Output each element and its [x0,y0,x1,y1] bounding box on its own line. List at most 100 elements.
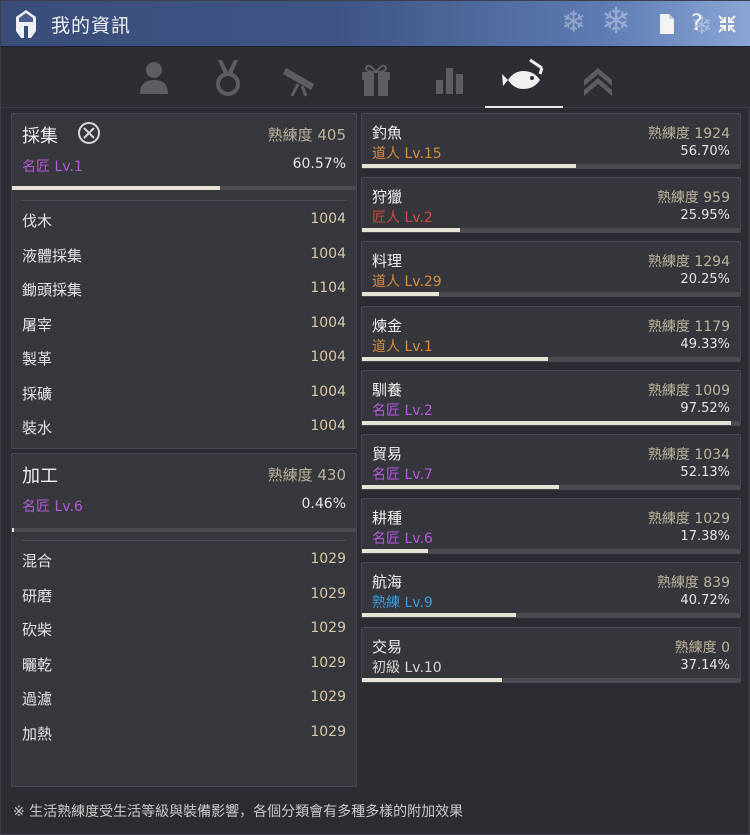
sub-skill-value: 1029 [310,654,346,671]
sub-skill-row[interactable]: 曬乾 1029 [22,654,346,678]
processing-title: 加工 [22,466,58,487]
skill-name: 煉金 [372,316,403,335]
rank-up-icon [584,68,612,96]
skill-name: 馴養 [372,380,403,399]
skill-progress-bar [362,420,740,425]
gathering-percent: 60.57% [292,156,346,172]
sub-skill-value: 1029 [310,620,346,636]
gathering-title: 採集 [22,126,58,147]
tab-rank[interactable] [574,54,622,102]
sub-skill-row[interactable]: 屠宰 1004 [22,314,346,338]
medal-icon [216,60,240,96]
shrink-icon[interactable] [715,11,739,37]
skill-exp: 熟練度 959 [656,190,730,207]
skill-progress-fill [362,613,516,618]
skill-name: 狩獵 [372,188,403,207]
bar-chart-icon [436,68,463,94]
gathering-level: 名匠 Lv.1 [22,159,83,175]
skill-card[interactable]: 煉金 熟練度 1179 道人 Lv.1 49.33% [361,305,741,362]
sub-skill-row[interactable]: 研磨 1029 [22,585,346,609]
sub-skill-name: 曬乾 [22,655,53,674]
skill-level: 初級 Lv.10 [372,659,442,676]
skill-percent: 97.52% [680,400,730,416]
skill-percent: 40.72% [680,593,730,609]
title-bar[interactable]: 我的資訊 ❄ ❄ ❄ ? [1,1,750,47]
sub-skill-row[interactable]: 製革 1004 [22,348,346,372]
skill-progress-fill [362,485,560,489]
telescope-icon [283,68,314,97]
skill-card[interactable]: 料理 熟練度 1294 道人 Lv.29 20.25% [361,241,741,298]
sub-skill-value: 1004 [310,383,346,400]
pickaxe-icon [78,122,100,144]
skill-exp: 熟練度 1179 [647,318,730,335]
helmet-icon [16,10,36,38]
skill-progress-fill [362,677,503,682]
skill-card[interactable]: 航海 熟練度 839 熟練 Lv.9 40.72% [361,562,741,619]
sub-skill-value: 1004 [310,211,346,227]
document-icon[interactable] [655,11,679,37]
sub-skill-name: 採礦 [22,384,53,403]
tab-profile[interactable] [130,54,178,102]
skill-card[interactable]: 貿易 熟練度 1034 名匠 Lv.7 52.13% [361,434,741,490]
skill-card[interactable]: 釣魚 熟練度 1924 道人 Lv.15 56.70% [361,113,741,169]
skill-exp: 熟練度 1009 [647,382,730,399]
processing-level: 名匠 Lv.6 [22,499,83,515]
skill-level: 道人 Lv.29 [372,274,442,291]
sub-skill-row[interactable]: 液體採集 1004 [22,245,346,269]
skill-exp: 熟練度 1294 [647,254,730,271]
skill-progress-fill [362,292,439,297]
sub-skill-row[interactable]: 採礦 1004 [22,383,346,407]
skill-progress-bar [362,485,740,489]
sub-skill-row[interactable]: 混合 1029 [22,550,346,574]
skill-name: 耕種 [372,509,403,528]
skill-level: 道人 Lv.15 [372,146,442,162]
fishing-icon [502,58,544,89]
window-title: 我的資訊 [51,15,132,37]
skill-percent: 17.38% [680,529,730,545]
gathering-panel: 採集 熟練度 405 名匠 Lv.1 60.57% 伐木 1004 液體採集 1004… [11,113,357,449]
skill-exp: 熟練度 839 [656,575,730,592]
tab-telescope[interactable] [278,54,326,102]
skill-card[interactable]: 交易 熟練度 0 初級 Lv.10 37.14% [361,626,741,683]
tab-life-skills[interactable] [485,54,563,108]
gathering-progress-bar [12,186,356,190]
sub-skill-row[interactable]: 過濾 1029 [22,688,346,712]
skill-progress-fill [362,420,731,425]
sub-skill-name: 製革 [22,350,53,368]
sub-skill-name: 砍柴 [22,621,53,639]
life-skills-window: 我的資訊 ❄ ❄ ❄ ? 採集 熟練度 405 名匠 Lv.1 60.57% 伐… [0,0,750,835]
gathering-progress-fill [12,186,221,190]
sub-skill-name: 鋤頭採集 [22,281,83,299]
sub-skill-row[interactable]: 伐木 1004 [22,210,346,234]
skill-exp: 熟練度 0 [674,639,730,656]
skill-card[interactable]: 狩獵 熟練度 959 匠人 Lv.2 25.95% [361,177,741,234]
gift-icon [362,64,390,96]
skill-percent: 37.14% [680,657,730,673]
tab-gift[interactable] [352,54,400,102]
skill-card[interactable]: 耕種 熟練度 1029 名匠 Lv.6 17.38% [361,498,741,555]
processing-panel: 加工 熟練度 430 名匠 Lv.6 0.46% 混合 1029 研磨 1029 砍柴 1… [11,453,357,787]
profile-icon [140,62,168,94]
sub-skill-row[interactable]: 加熱 1029 [22,723,346,747]
sub-skill-name: 混合 [22,552,53,570]
tab-stats[interactable] [426,54,474,102]
help-icon[interactable]: ? [685,11,709,37]
skill-progress-bar [362,356,740,361]
skill-level: 名匠 Lv.6 [372,531,433,548]
sub-skill-name: 伐木 [22,212,53,230]
sub-skill-row[interactable]: 鋤頭採集 1104 [22,279,346,303]
skill-name: 釣魚 [372,124,403,142]
sub-skill-name: 過濾 [22,690,53,708]
skill-progress-bar [362,613,740,618]
tab-medal[interactable] [204,54,252,102]
skill-name: 貿易 [372,445,403,463]
skill-card[interactable]: 馴養 熟練度 1009 名匠 Lv.2 97.52% [361,369,741,426]
sub-skill-row[interactable]: 裝水 1004 [22,417,346,441]
sub-skill-name: 屠宰 [22,315,53,334]
skill-progress-bar [362,292,740,297]
skill-progress-fill [362,164,577,168]
sub-skill-value: 1029 [310,689,346,705]
skill-percent: 49.33% [680,336,730,352]
divider [22,540,346,541]
sub-skill-row[interactable]: 砍柴 1029 [22,619,346,643]
